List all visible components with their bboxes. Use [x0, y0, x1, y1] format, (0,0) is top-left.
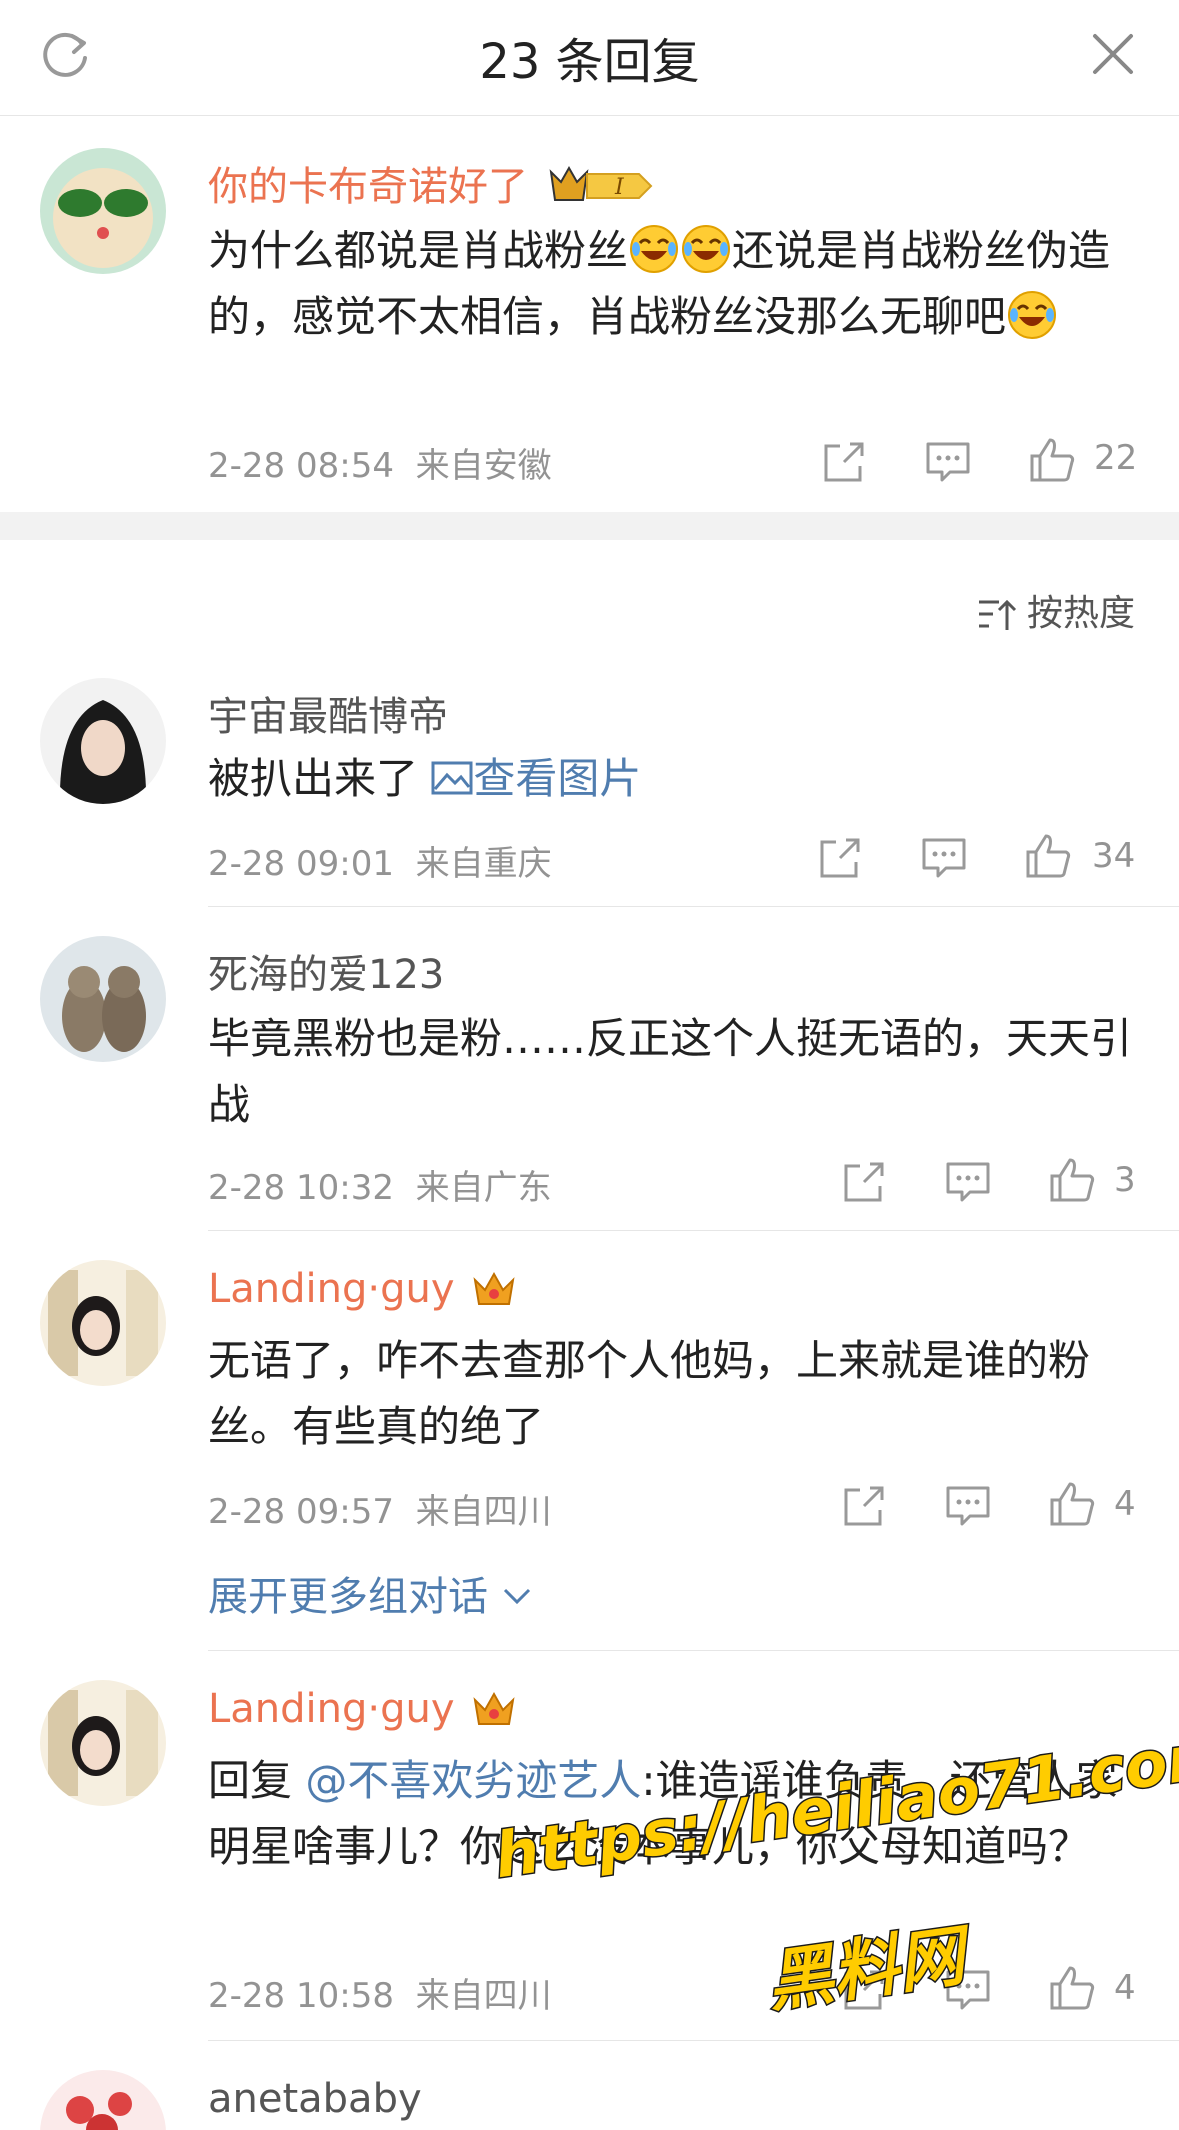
post-time: 2-28 08:54: [208, 446, 394, 486]
reply-text: 被扒出来了 查看图片: [208, 746, 1138, 812]
comment-icon[interactable]: [944, 1482, 992, 1530]
sort-icon: [978, 599, 1017, 630]
reply-time: 2-28 10:58: [208, 1976, 394, 2016]
expand-conversation-link[interactable]: 展开更多组对话: [208, 1564, 533, 1622]
view-image-label[interactable]: 查看图片: [473, 754, 641, 803]
post-location: 来自安徽: [415, 446, 552, 486]
share-icon[interactable]: [816, 834, 864, 882]
divider: [208, 1650, 1179, 1651]
crown-badge-icon: [473, 1691, 515, 1725]
like-icon[interactable]: [1048, 1964, 1096, 2012]
reply-author-name[interactable]: 宇宙最酷博帝: [208, 684, 448, 742]
avatar[interactable]: [40, 148, 166, 274]
post-meta: 2-28 08:54 来自安徽: [208, 438, 552, 487]
like-icon[interactable]: [1024, 832, 1072, 880]
reply-time: 2-28 09:01: [208, 844, 394, 884]
comment-icon[interactable]: [944, 1158, 992, 1206]
close-icon[interactable]: [1085, 26, 1141, 82]
svg-text:I: I: [614, 175, 625, 200]
reply-prefix: 回复: [208, 1756, 293, 1805]
avatar[interactable]: [40, 2070, 166, 2130]
comment-icon[interactable]: [924, 438, 972, 486]
like-icon[interactable]: [1048, 1480, 1096, 1528]
post-text: 为什么都说是肖战粉丝 还说是肖战粉丝伪造的，感觉不太相信，肖战粉丝没那么无聊吧: [208, 218, 1138, 350]
reply-text: 无语了，咋不去查那个人他妈，上来就是谁的粉丝。有些真的绝了: [208, 1336, 1091, 1451]
member-badge-icon: I: [549, 165, 653, 201]
reply-location: 来自广东: [415, 1168, 552, 1208]
like-icon[interactable]: [1028, 436, 1076, 484]
mention-link[interactable]: @不喜欢劣迹艺人: [305, 1756, 641, 1805]
divider: [208, 906, 1179, 907]
reply-text-content: 被扒出来了: [208, 754, 419, 803]
image-icon: [431, 761, 473, 795]
like-icon[interactable]: [1048, 1156, 1096, 1204]
avatar[interactable]: [40, 1680, 166, 1806]
like-count: 3: [1114, 1160, 1136, 1200]
reply-meta: 2-28 10:58 来自四川: [208, 1968, 552, 2017]
reply-author-name[interactable]: anetababy: [208, 2076, 422, 2122]
post-text-part1: 为什么都说是肖战粉丝: [208, 226, 629, 275]
avatar[interactable]: [40, 1260, 166, 1386]
author-name-text[interactable]: 你的卡布奇诺好了: [208, 164, 528, 210]
reply-text: 毕竟黑粉也是粉……反正这个人挺无语的，天天引战: [208, 1014, 1133, 1129]
chevron-down-icon: [503, 1588, 530, 1605]
reply-author-name-text[interactable]: Landing·guy: [208, 1266, 455, 1312]
reply-location: 来自四川: [415, 1492, 552, 1532]
post-author-name[interactable]: 你的卡布奇诺好了 I: [208, 154, 655, 212]
expand-label[interactable]: 展开更多组对话: [208, 1574, 488, 1620]
divider: [208, 2040, 1179, 2041]
watermark-label: 黑料网: [761, 1916, 971, 2023]
divider: [208, 1230, 1179, 1231]
reply-author-name[interactable]: 死海的爱123: [208, 942, 444, 1000]
reply-meta: 2-28 10:32 来自广东: [208, 1160, 552, 1209]
reply-author-name[interactable]: Landing·guy: [208, 1266, 517, 1312]
avatar[interactable]: [40, 678, 166, 804]
reply-meta: 2-28 09:57 来自四川: [208, 1484, 552, 1533]
laughing-emoji-icon: [630, 225, 679, 273]
like-count: 4: [1114, 1968, 1136, 2008]
share-icon[interactable]: [840, 1158, 888, 1206]
share-icon[interactable]: [820, 438, 868, 486]
reply-time: 2-28 09:57: [208, 1492, 394, 1532]
reply-location: 来自重庆: [415, 844, 552, 884]
share-icon[interactable]: [840, 1482, 888, 1530]
sort-button[interactable]: 按热度: [977, 584, 1135, 636]
like-count: 4: [1114, 1484, 1136, 1524]
laughing-emoji-icon: [1008, 291, 1057, 339]
header-bar: 23 条回复: [0, 0, 1179, 116]
reply-meta: 2-28 09:01 来自重庆: [208, 836, 552, 885]
avatar[interactable]: [40, 936, 166, 1062]
reply-location: 来自四川: [415, 1976, 552, 2016]
crown-badge-icon: [473, 1271, 515, 1305]
reply-author-name[interactable]: Landing·guy: [208, 1686, 517, 1732]
view-image-link[interactable]: 查看图片: [431, 754, 641, 803]
sort-label[interactable]: 按热度: [1027, 593, 1135, 634]
reply-time: 2-28 10:32: [208, 1168, 394, 1208]
reply-author-name-text[interactable]: Landing·guy: [208, 1686, 455, 1732]
comment-icon[interactable]: [920, 834, 968, 882]
laughing-emoji-icon: [682, 225, 731, 273]
page-title: 23 条回复: [479, 34, 700, 90]
like-count: 22: [1094, 438, 1138, 478]
like-count: 34: [1092, 836, 1136, 876]
section-divider: [0, 512, 1179, 540]
